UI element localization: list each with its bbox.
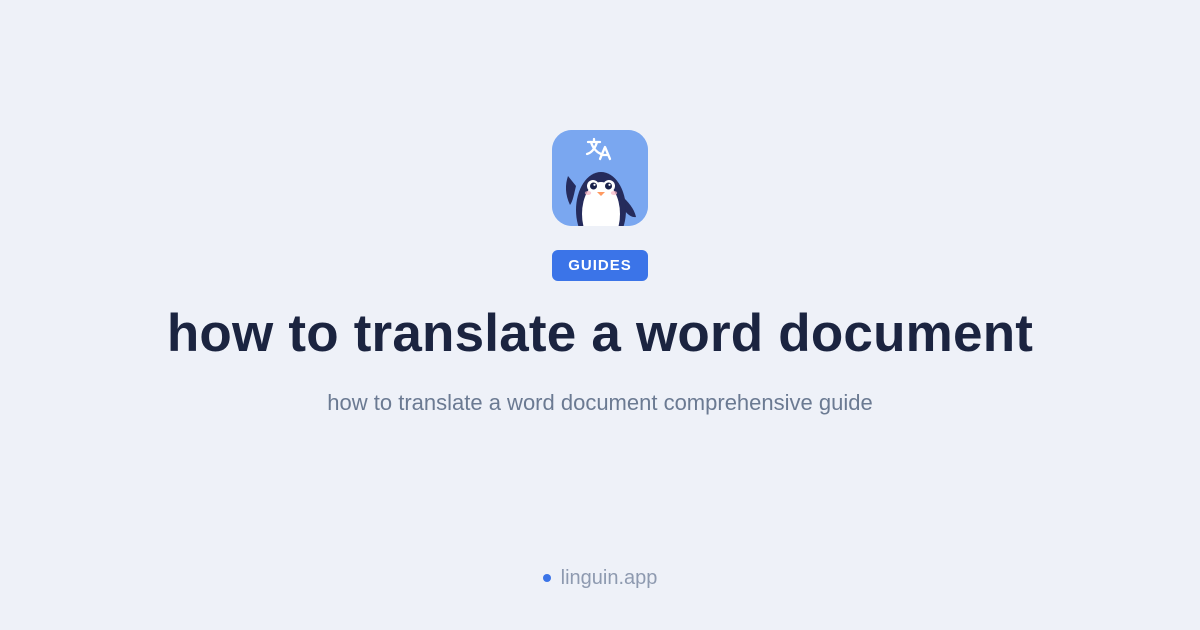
category-badge: GUIDES — [552, 250, 648, 281]
penguin-translate-icon — [552, 130, 648, 226]
social-preview-card: GUIDES how to translate a word document … — [0, 0, 1200, 630]
page-subtitle: how to translate a word document compreh… — [327, 390, 873, 415]
accent-dot — [542, 574, 551, 582]
page-title: how to translate a word document — [166, 304, 1034, 363]
footer: linguin.app — [0, 563, 1200, 593]
site-domain: linguin.app — [560, 567, 658, 589]
